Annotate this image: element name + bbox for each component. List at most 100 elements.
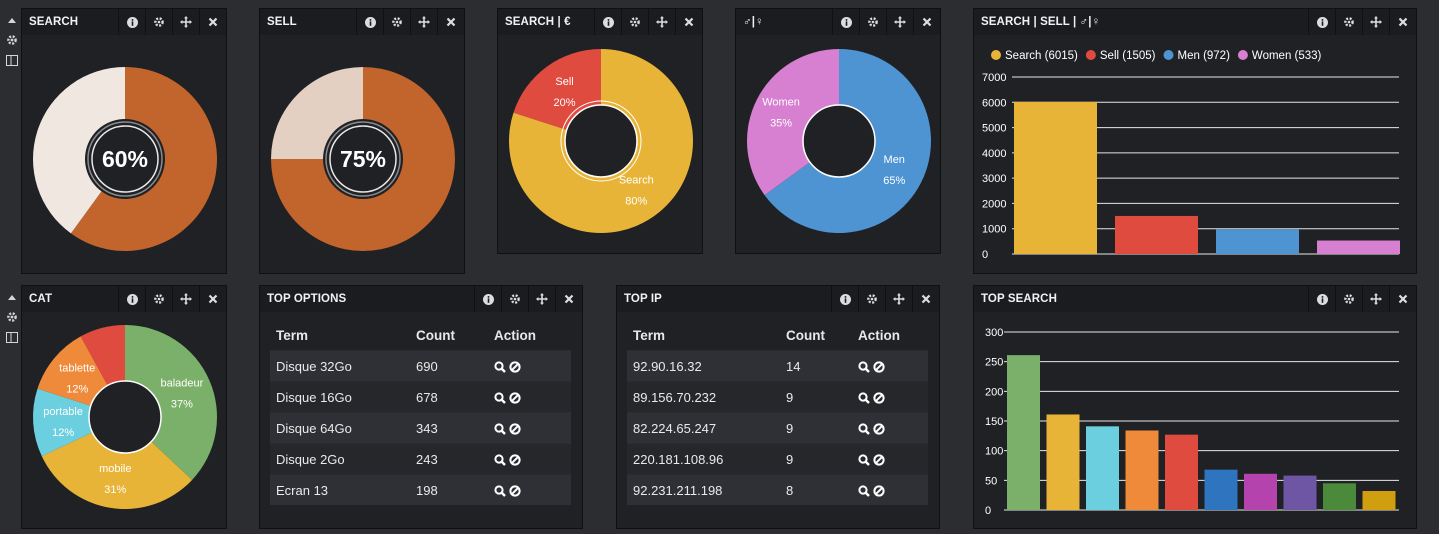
ban-icon[interactable] (509, 361, 521, 373)
ban-icon[interactable] (509, 454, 521, 466)
info-icon (1316, 16, 1328, 28)
caret-up-icon[interactable] (4, 290, 20, 304)
close-button[interactable] (199, 286, 226, 312)
search-icon[interactable] (494, 361, 506, 373)
ban-icon[interactable] (873, 454, 885, 466)
gear-button[interactable] (145, 286, 172, 312)
close-button[interactable] (912, 286, 939, 312)
move-icon (536, 293, 548, 305)
panel-header: ♂|♀ (736, 9, 940, 35)
close-button[interactable] (1389, 9, 1416, 35)
info-button[interactable] (831, 286, 858, 312)
close-button[interactable] (437, 9, 464, 35)
search-icon[interactable] (494, 423, 506, 435)
move-button[interactable] (172, 286, 199, 312)
search-panel: SEARCH 60% (21, 8, 227, 274)
search-icon[interactable] (494, 485, 506, 497)
search-icon[interactable] (858, 454, 870, 466)
move-button[interactable] (172, 9, 199, 35)
info-button[interactable] (118, 9, 145, 35)
move-button[interactable] (885, 286, 912, 312)
table-row: Disque 16Go 678 (270, 381, 571, 413)
gear-icon[interactable] (4, 33, 20, 47)
ban-icon[interactable] (509, 423, 521, 435)
move-button[interactable] (410, 9, 437, 35)
top-options-table: Term Count Action Disque 32Go 690 Disque 1… (270, 320, 571, 505)
panel-header: SELL (260, 9, 464, 35)
move-button[interactable] (886, 9, 913, 35)
ban-icon[interactable] (873, 361, 885, 373)
close-button[interactable] (1389, 286, 1416, 312)
ban-icon[interactable] (873, 392, 885, 404)
info-button[interactable] (832, 9, 859, 35)
bar (1317, 240, 1400, 254)
table-row: 220.181.108.96 9 (627, 443, 928, 475)
ban-icon[interactable] (873, 423, 885, 435)
gear-button[interactable] (859, 9, 886, 35)
gear-button[interactable] (1335, 9, 1362, 35)
legend-label[interactable]: Men (972) (1178, 50, 1231, 62)
ban-icon[interactable] (509, 392, 521, 404)
gear-button[interactable] (383, 9, 410, 35)
y-tick-label: 3000 (982, 173, 1006, 185)
panel-title: TOP IP (624, 293, 662, 305)
table-row: Disque 32Go 690 (270, 350, 571, 382)
move-icon (894, 16, 906, 28)
gear-button[interactable] (1335, 286, 1362, 312)
layout-icon[interactable] (4, 53, 20, 67)
info-button[interactable] (594, 9, 621, 35)
slice-label: baladeur (160, 377, 203, 389)
gear-button[interactable] (501, 286, 528, 312)
panel-header: TOP OPTIONS (260, 286, 582, 312)
gear-button[interactable] (858, 286, 885, 312)
move-button[interactable] (648, 9, 675, 35)
table-row: 92.90.16.32 14 (627, 350, 928, 382)
caret-up-icon[interactable] (4, 13, 20, 27)
move-button[interactable] (1362, 9, 1389, 35)
cat-donut: baladeur 37% mobile 31% portable 12% tablette 1… (33, 325, 217, 509)
gear-button[interactable] (145, 9, 172, 35)
close-button[interactable] (675, 9, 702, 35)
info-button[interactable] (474, 286, 501, 312)
search-donut: 60% (32, 67, 217, 251)
info-icon (1316, 293, 1328, 305)
info-button[interactable] (1308, 286, 1335, 312)
count-cell: 14 (780, 350, 852, 382)
slice-label: tablette (59, 362, 95, 374)
close-button[interactable] (913, 9, 940, 35)
search-icon[interactable] (494, 454, 506, 466)
move-button[interactable] (528, 286, 555, 312)
term-cell: 220.181.108.96 (627, 443, 780, 475)
slice-percent: 65% (883, 175, 905, 187)
info-button[interactable] (356, 9, 383, 35)
bar (1046, 414, 1080, 510)
close-button[interactable] (555, 286, 582, 312)
ban-icon[interactable] (509, 485, 521, 497)
gear-button[interactable] (621, 9, 648, 35)
summary-chart-panel: SEARCH | SELL | ♂|♀ 0 1000 2000 3000 4000 500… (973, 8, 1417, 274)
info-button[interactable] (118, 286, 145, 312)
y-tick-label: 150 (985, 416, 1003, 428)
legend-label[interactable]: Women (533) (1252, 50, 1322, 62)
table-row: Disque 64Go 343 (270, 412, 571, 444)
search-icon[interactable] (858, 423, 870, 435)
close-button[interactable] (199, 9, 226, 35)
info-button[interactable] (1308, 9, 1335, 35)
search-icon[interactable] (858, 392, 870, 404)
legend-label[interactable]: Sell (1505) (1100, 50, 1156, 62)
count-cell: 343 (410, 412, 488, 444)
search-icon[interactable] (858, 361, 870, 373)
term-cell: Disque 2Go (270, 443, 410, 475)
legend-label[interactable]: Search (6015) (1005, 50, 1078, 62)
layout-icon[interactable] (4, 330, 20, 344)
search-icon[interactable] (858, 485, 870, 497)
y-tick-label: 300 (985, 327, 1003, 339)
search-icon[interactable] (494, 392, 506, 404)
slice-percent: 12% (66, 383, 88, 395)
slice-percent: 20% (554, 97, 576, 109)
sell-donut: 75% (271, 67, 455, 251)
gear-icon[interactable] (4, 310, 20, 324)
move-button[interactable] (1362, 286, 1389, 312)
ban-icon[interactable] (873, 485, 885, 497)
bar (1165, 434, 1198, 510)
